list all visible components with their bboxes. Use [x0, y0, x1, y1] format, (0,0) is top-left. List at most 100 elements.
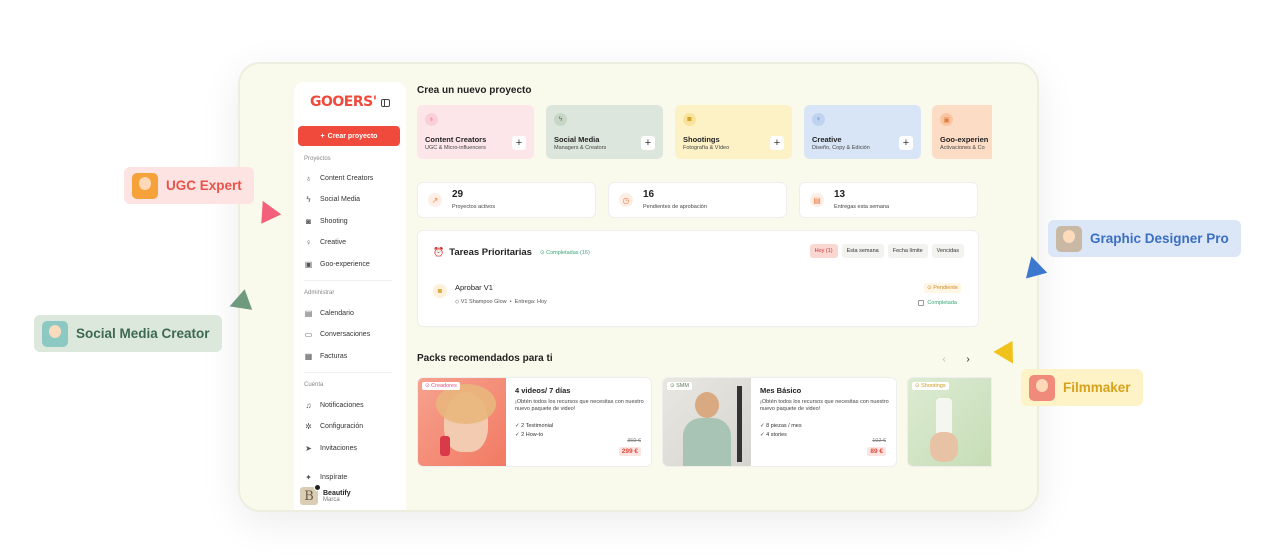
stat-card-active-projects: ↗ 29 Proyectos activos	[417, 182, 596, 218]
pack-feature: ✓ 2 How-to	[515, 432, 544, 438]
pack-card[interactable]: ⊙ Creadores 4 videos/ 7 días ¡Obtén todo…	[417, 377, 652, 467]
alarm-clock-icon: ⏰	[433, 247, 445, 257]
mark-complete-checkbox[interactable]: Completada	[918, 300, 957, 306]
category-title: Creative	[812, 135, 842, 144]
add-icon[interactable]: +	[641, 136, 655, 150]
sidebar-item-notificaciones[interactable]: ♫ Notificaciones	[304, 401, 364, 410]
category-subtitle: UGC & Micro-influencers	[425, 145, 486, 151]
pack-feature: ✓ 4 stories	[760, 432, 787, 438]
section-label-projects: Proyectos	[304, 156, 331, 162]
pack-feature: ✓ 2 Testimonial	[515, 423, 554, 429]
send-icon: ➤	[305, 443, 312, 453]
zap-icon: ϟ	[306, 194, 311, 204]
pack-old-price: 360 €	[627, 438, 641, 444]
brand-switcher[interactable]: B Beautify Marca	[300, 484, 351, 505]
stat-value: 29	[452, 189, 464, 200]
calendar-icon: ▤	[304, 308, 313, 318]
pack-image	[663, 378, 751, 466]
pack-description: ¡Obtén todos los recursos que necesitas …	[760, 399, 889, 413]
hand-shape	[930, 432, 958, 462]
sidebar-item-content-creators[interactable]: ♁ Content Creators	[304, 174, 374, 183]
category-subtitle: Activaciones & Co	[940, 145, 985, 151]
camera-icon: ◙	[683, 113, 696, 126]
category-subtitle: Managers & Creators	[554, 145, 607, 151]
hair-shape	[436, 384, 496, 424]
badge-graphic-designer-pro: Graphic Designer Pro	[1048, 220, 1241, 257]
sidebar-item-social-media[interactable]: ϟ Social Media	[304, 195, 360, 204]
packs-title: Packs recomendados para ti	[417, 353, 553, 364]
sidebar-item-facturas[interactable]: ▦ Facturas	[304, 351, 348, 361]
avatar	[132, 172, 158, 199]
plus-icon: +	[320, 132, 325, 140]
lightbulb-icon: ♀	[812, 113, 825, 126]
product-bottle	[440, 436, 450, 456]
sidebar-item-invitaciones[interactable]: ➤ Invitaciones	[304, 444, 357, 453]
pack-description: ¡Obtén todos los recursos que necesitas …	[515, 399, 644, 413]
sidebar-item-configuracion[interactable]: ✲ Configuración	[304, 422, 363, 431]
category-card-creative[interactable]: ♀ Creative Diseño, Copy & Edición +	[804, 105, 921, 159]
stat-card-pending: ◷ 16 Pendientes de aprobación	[608, 182, 787, 218]
sidebar-item-calendario[interactable]: ▤ Calendario	[304, 309, 354, 318]
badge-social-media-creator: Social Media Creator	[34, 315, 222, 352]
clock-icon: ◷	[619, 193, 633, 207]
packs-prev-icon[interactable]: ‹	[937, 352, 951, 366]
gear-icon: ✲	[305, 421, 312, 431]
pack-title: Mes Básico	[760, 386, 802, 395]
category-card-social-media[interactable]: ϟ Social Media Managers & Creators +	[546, 105, 663, 159]
app-window: GOOERS' + Crear proyecto Proyectos ♁ Cont…	[238, 62, 1039, 512]
avatar	[42, 320, 68, 347]
pack-tag: ⊙ SMM	[667, 382, 692, 390]
stat-label: Proyectos activos	[452, 204, 496, 210]
new-project-title: Crea un nuevo proyecto	[417, 85, 532, 96]
chat-icon: ▭	[304, 329, 313, 339]
badge-ugc-expert: UGC Expert	[124, 167, 254, 204]
sidebar-item-conversaciones[interactable]: ▭ Conversaciones	[304, 330, 370, 339]
completed-count-link[interactable]: ⊙ Completadas (16)	[540, 250, 590, 256]
model-photo	[695, 392, 719, 418]
badge-filmmaker: Filmmaker	[1021, 369, 1143, 406]
filter-this-week[interactable]: Esta semana	[841, 244, 884, 258]
section-label-account: Cuenta	[304, 382, 324, 388]
camera-icon: ◙	[433, 284, 447, 298]
category-title: Shootings	[683, 135, 720, 144]
category-title: Social Media	[554, 135, 600, 144]
add-icon[interactable]: +	[899, 136, 913, 150]
filter-today[interactable]: Hoy (1)	[809, 244, 838, 258]
gooers-logo[interactable]: GOOERS'	[310, 94, 377, 110]
sparkle-icon: ✦	[305, 472, 312, 482]
pack-card[interactable]: ⊙ SMM Mes Básico ¡Obtén todos los recurs…	[662, 377, 897, 467]
brand-avatar: B	[300, 484, 321, 505]
sidebar-divider	[304, 280, 392, 281]
bell-icon: ♫	[305, 400, 312, 410]
sidebar-item-creative[interactable]: ♀ Creative	[304, 238, 347, 247]
task-name[interactable]: Aprobar V1	[455, 283, 493, 292]
stat-value: 16	[643, 189, 655, 200]
sidebar-collapse-icon[interactable]	[381, 99, 390, 107]
pack-image	[908, 378, 991, 466]
add-icon[interactable]: +	[770, 136, 784, 150]
trend-up-icon: ↗	[428, 193, 442, 207]
pack-tag: ⊙ Creadores	[422, 382, 460, 390]
pack-image	[418, 378, 506, 466]
category-card-shootings[interactable]: ◙ Shootings Fotografía & Vídeo +	[675, 105, 792, 159]
filter-overdue[interactable]: Vencidas	[931, 244, 964, 258]
create-project-button[interactable]: + Crear proyecto	[298, 126, 400, 146]
calendar-icon: ▤	[810, 193, 824, 207]
stat-card-deliveries: ▤ 13 Entregas esta semana	[799, 182, 978, 218]
sidebar-item-shooting[interactable]: ◙ Shooting	[304, 217, 348, 226]
category-subtitle: Diseño, Copy & Edición	[812, 145, 870, 151]
camera-icon: ◙	[306, 216, 311, 226]
sidebar-item-goo-experience[interactable]: ▣ Goo-experience	[304, 260, 370, 269]
task-filters: Hoy (1) Esta semana Fecha límite Vencida…	[809, 244, 964, 258]
add-icon[interactable]: +	[512, 136, 526, 150]
category-title: Content Creators	[425, 135, 487, 144]
category-card-content-creators[interactable]: ♁ Content Creators UGC & Micro-influence…	[417, 105, 534, 159]
packs-next-icon[interactable]: ›	[961, 352, 975, 366]
invoice-icon: ▦	[304, 351, 313, 361]
tripod-shape	[737, 386, 742, 462]
sidebar-item-inspirate[interactable]: ✦ Inspírate	[304, 473, 347, 482]
filter-deadline[interactable]: Fecha límite	[887, 244, 928, 258]
pack-card[interactable]: ⊙ Shootings	[907, 377, 992, 467]
sidebar-divider	[304, 372, 392, 373]
category-card-goo-experience[interactable]: ▣ Goo-experien Activaciones & Co	[932, 105, 992, 159]
